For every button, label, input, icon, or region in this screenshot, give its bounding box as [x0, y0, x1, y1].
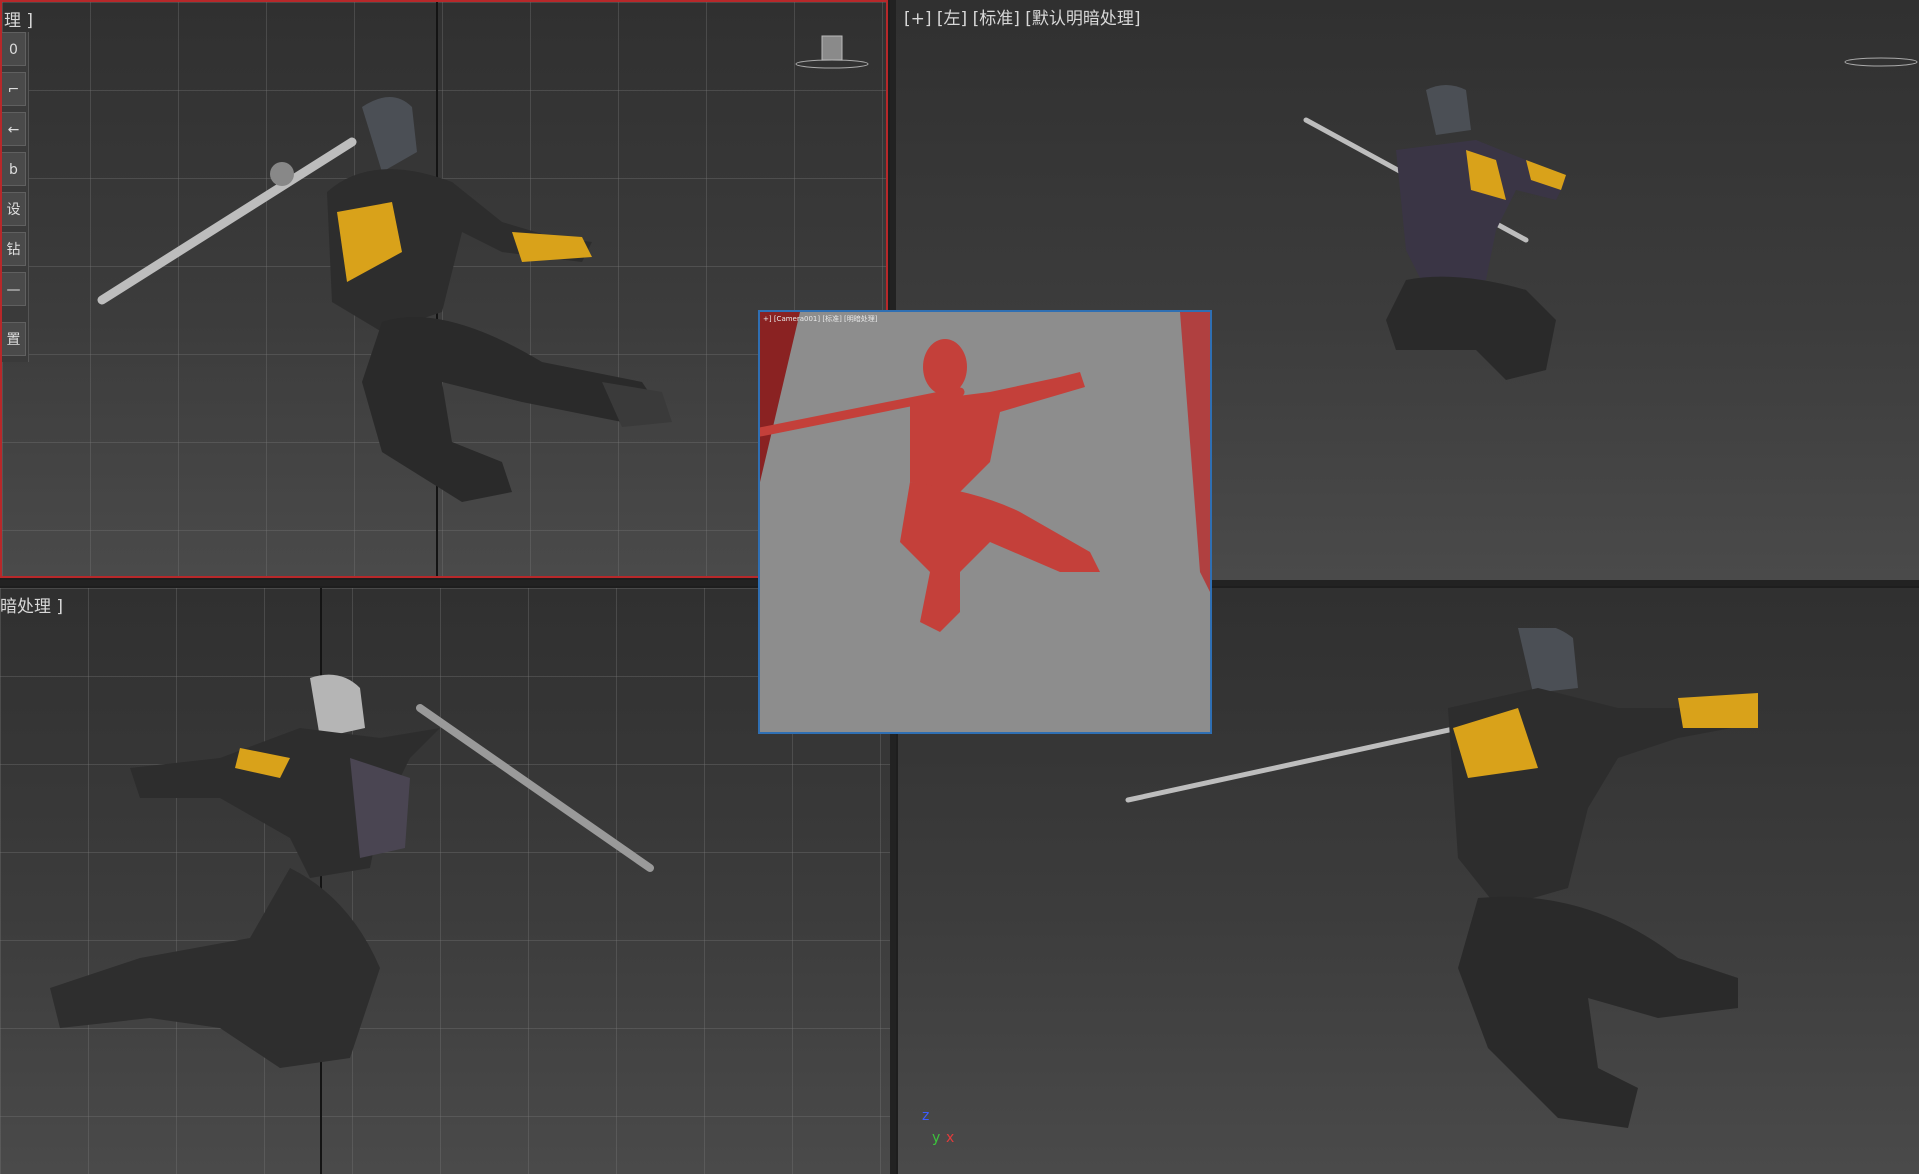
toolbar-button-6[interactable]: 钻 [2, 232, 26, 266]
axis-tripod-icon: z y x [922, 1108, 982, 1168]
camera-preview-window[interactable]: +] [Camera001] [标准] [明暗处理] [758, 310, 1212, 734]
viewport-label[interactable]: 暗处理 ] [0, 592, 63, 617]
toolbar-button-4[interactable]: b [2, 152, 26, 186]
axis-y-label: y [932, 1130, 941, 1146]
toolbar-button-5[interactable]: 设 [2, 192, 26, 226]
toolbar-button-3[interactable]: ← [2, 112, 26, 146]
axis-x-label: x [946, 1130, 955, 1146]
viewport-label[interactable]: 理 ] [4, 6, 33, 31]
ninja-model-perspective[interactable] [1118, 628, 1898, 1174]
camera-clay-render [760, 312, 1210, 632]
axis-z-label: z [922, 1108, 930, 1124]
viewport-label[interactable]: [+] [左] [标准] [默认明暗处理] [904, 4, 1141, 29]
toolbar-button-7[interactable]: — [2, 272, 26, 306]
ninja-model-back[interactable] [20, 668, 660, 1128]
toolbar-button-1[interactable]: 0 [2, 32, 26, 66]
left-toolbar: 0 ⌐ ← b 设 钻 — 置 [2, 32, 29, 362]
toolbar-button-2[interactable]: ⌐ [2, 72, 26, 106]
viewport-bottom-left[interactable]: 暗处理 ] [0, 588, 890, 1174]
viewport-top-left[interactable]: 理 ] 0 ⌐ ← b 设 钻 — 置 [0, 0, 888, 578]
toolbar-button-8[interactable]: 置 [2, 322, 26, 356]
ninja-model-left[interactable] [1296, 80, 1656, 440]
viewcube-icon[interactable] [792, 32, 872, 72]
camera-preview-label[interactable]: +] [Camera001] [标准] [明暗处理] [763, 314, 878, 324]
viewcube-icon[interactable] [1841, 30, 1919, 70]
ninja-model-front[interactable] [82, 82, 782, 562]
